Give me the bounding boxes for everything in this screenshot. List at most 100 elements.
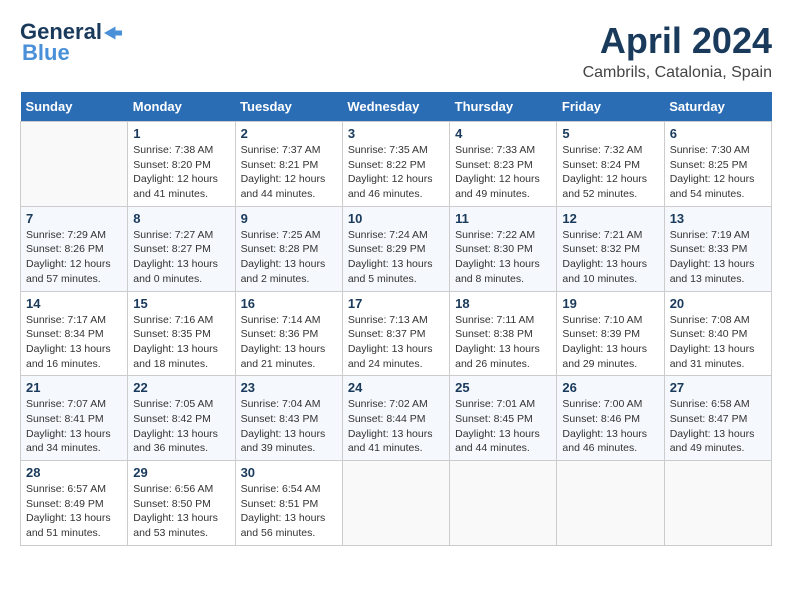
day-number: 5	[562, 126, 658, 141]
calendar-cell: 5 Sunrise: 7:32 AMSunset: 8:24 PMDaylight…	[557, 122, 664, 207]
day-number: 22	[133, 380, 229, 395]
day-info: Sunrise: 7:24 AMSunset: 8:29 PMDaylight:…	[348, 228, 444, 287]
day-info: Sunrise: 7:01 AMSunset: 8:45 PMDaylight:…	[455, 397, 551, 456]
day-of-week-header: Wednesday	[342, 92, 449, 122]
calendar-cell: 12 Sunrise: 7:21 AMSunset: 8:32 PMDayligh…	[557, 206, 664, 291]
day-info: Sunrise: 7:10 AMSunset: 8:39 PMDaylight:…	[562, 313, 658, 372]
calendar-cell: 15 Sunrise: 7:16 AMSunset: 8:35 PMDayligh…	[128, 291, 235, 376]
day-info: Sunrise: 6:54 AMSunset: 8:51 PMDaylight:…	[241, 482, 337, 541]
calendar-cell: 2 Sunrise: 7:37 AMSunset: 8:21 PMDaylight…	[235, 122, 342, 207]
day-info: Sunrise: 7:08 AMSunset: 8:40 PMDaylight:…	[670, 313, 766, 372]
calendar-cell: 11 Sunrise: 7:22 AMSunset: 8:30 PMDayligh…	[450, 206, 557, 291]
day-of-week-header: Tuesday	[235, 92, 342, 122]
day-info: Sunrise: 7:29 AMSunset: 8:26 PMDaylight:…	[26, 228, 122, 287]
calendar-cell: 18 Sunrise: 7:11 AMSunset: 8:38 PMDayligh…	[450, 291, 557, 376]
logo: General Blue	[20, 20, 122, 66]
calendar-cell: 22 Sunrise: 7:05 AMSunset: 8:42 PMDayligh…	[128, 376, 235, 461]
calendar-cell: 29 Sunrise: 6:56 AMSunset: 8:50 PMDayligh…	[128, 461, 235, 546]
day-info: Sunrise: 7:19 AMSunset: 8:33 PMDaylight:…	[670, 228, 766, 287]
day-number: 30	[241, 465, 337, 480]
day-info: Sunrise: 7:02 AMSunset: 8:44 PMDaylight:…	[348, 397, 444, 456]
calendar-cell: 10 Sunrise: 7:24 AMSunset: 8:29 PMDayligh…	[342, 206, 449, 291]
calendar-header-row: SundayMondayTuesdayWednesdayThursdayFrid…	[21, 92, 772, 122]
calendar-week-row: 28 Sunrise: 6:57 AMSunset: 8:49 PMDayligh…	[21, 461, 772, 546]
calendar-table: SundayMondayTuesdayWednesdayThursdayFrid…	[20, 92, 772, 546]
logo-blue: Blue	[22, 40, 70, 66]
day-of-week-header: Saturday	[664, 92, 771, 122]
day-number: 27	[670, 380, 766, 395]
day-info: Sunrise: 7:16 AMSunset: 8:35 PMDaylight:…	[133, 313, 229, 372]
calendar-cell: 13 Sunrise: 7:19 AMSunset: 8:33 PMDayligh…	[664, 206, 771, 291]
calendar-week-row: 14Sunrise: 7:17 AMSunset: 8:34 PMDayligh…	[21, 291, 772, 376]
calendar-cell	[450, 461, 557, 546]
calendar-week-row: 7 Sunrise: 7:29 AMSunset: 8:26 PMDaylight…	[21, 206, 772, 291]
day-number: 17	[348, 296, 444, 311]
day-info: Sunrise: 7:11 AMSunset: 8:38 PMDaylight:…	[455, 313, 551, 372]
calendar-cell: 3Sunrise: 7:35 AMSunset: 8:22 PMDaylight…	[342, 122, 449, 207]
day-number: 26	[562, 380, 658, 395]
day-info: Sunrise: 7:30 AMSunset: 8:25 PMDaylight:…	[670, 143, 766, 202]
calendar-cell: 14Sunrise: 7:17 AMSunset: 8:34 PMDayligh…	[21, 291, 128, 376]
day-info: Sunrise: 7:38 AMSunset: 8:20 PMDaylight:…	[133, 143, 229, 202]
calendar-cell: 4 Sunrise: 7:33 AMSunset: 8:23 PMDaylight…	[450, 122, 557, 207]
day-info: Sunrise: 7:14 AMSunset: 8:36 PMDaylight:…	[241, 313, 337, 372]
day-number: 14	[26, 296, 122, 311]
calendar-cell: 26Sunrise: 7:00 AMSunset: 8:46 PMDayligh…	[557, 376, 664, 461]
day-of-week-header: Monday	[128, 92, 235, 122]
day-number: 18	[455, 296, 551, 311]
day-info: Sunrise: 7:05 AMSunset: 8:42 PMDaylight:…	[133, 397, 229, 456]
day-number: 25	[455, 380, 551, 395]
calendar-cell: 19Sunrise: 7:10 AMSunset: 8:39 PMDayligh…	[557, 291, 664, 376]
calendar-cell: 8Sunrise: 7:27 AMSunset: 8:27 PMDaylight…	[128, 206, 235, 291]
calendar-body: 1Sunrise: 7:38 AMSunset: 8:20 PMDaylight…	[21, 122, 772, 546]
day-info: Sunrise: 7:22 AMSunset: 8:30 PMDaylight:…	[455, 228, 551, 287]
subtitle: Cambrils, Catalonia, Spain	[583, 64, 772, 82]
day-number: 21	[26, 380, 122, 395]
calendar-cell: 28 Sunrise: 6:57 AMSunset: 8:49 PMDayligh…	[21, 461, 128, 546]
day-info: Sunrise: 7:07 AMSunset: 8:41 PMDaylight:…	[26, 397, 122, 456]
day-number: 7	[26, 211, 122, 226]
calendar-cell	[342, 461, 449, 546]
calendar-cell: 17Sunrise: 7:13 AMSunset: 8:37 PMDayligh…	[342, 291, 449, 376]
day-info: Sunrise: 7:35 AMSunset: 8:22 PMDaylight:…	[348, 143, 444, 202]
calendar-cell: 6 Sunrise: 7:30 AMSunset: 8:25 PMDaylight…	[664, 122, 771, 207]
calendar-cell: 27Sunrise: 6:58 AMSunset: 8:47 PMDayligh…	[664, 376, 771, 461]
day-info: Sunrise: 6:56 AMSunset: 8:50 PMDaylight:…	[133, 482, 229, 541]
day-number: 6	[670, 126, 766, 141]
calendar-cell: 16 Sunrise: 7:14 AMSunset: 8:36 PMDayligh…	[235, 291, 342, 376]
title-area: April 2024 Cambrils, Catalonia, Spain	[583, 20, 772, 82]
day-of-week-header: Sunday	[21, 92, 128, 122]
day-number: 10	[348, 211, 444, 226]
calendar-cell	[664, 461, 771, 546]
day-number: 24	[348, 380, 444, 395]
day-number: 23	[241, 380, 337, 395]
day-number: 12	[562, 211, 658, 226]
calendar-cell	[21, 122, 128, 207]
calendar-cell: 24 Sunrise: 7:02 AMSunset: 8:44 PMDayligh…	[342, 376, 449, 461]
calendar-cell: 23Sunrise: 7:04 AMSunset: 8:43 PMDayligh…	[235, 376, 342, 461]
calendar-week-row: 21 Sunrise: 7:07 AMSunset: 8:41 PMDayligh…	[21, 376, 772, 461]
main-title: April 2024	[583, 20, 772, 62]
day-number: 13	[670, 211, 766, 226]
calendar-cell	[557, 461, 664, 546]
day-number: 4	[455, 126, 551, 141]
day-number: 11	[455, 211, 551, 226]
day-number: 28	[26, 465, 122, 480]
calendar-cell: 21 Sunrise: 7:07 AMSunset: 8:41 PMDayligh…	[21, 376, 128, 461]
day-info: Sunrise: 7:32 AMSunset: 8:24 PMDaylight:…	[562, 143, 658, 202]
calendar-cell: 30 Sunrise: 6:54 AMSunset: 8:51 PMDayligh…	[235, 461, 342, 546]
day-number: 2	[241, 126, 337, 141]
day-number: 16	[241, 296, 337, 311]
day-number: 9	[241, 211, 337, 226]
day-info: Sunrise: 7:21 AMSunset: 8:32 PMDaylight:…	[562, 228, 658, 287]
day-of-week-header: Thursday	[450, 92, 557, 122]
day-number: 29	[133, 465, 229, 480]
calendar-cell: 20Sunrise: 7:08 AMSunset: 8:40 PMDayligh…	[664, 291, 771, 376]
day-info: Sunrise: 7:33 AMSunset: 8:23 PMDaylight:…	[455, 143, 551, 202]
day-info: Sunrise: 7:27 AMSunset: 8:27 PMDaylight:…	[133, 228, 229, 287]
day-info: Sunrise: 6:57 AMSunset: 8:49 PMDaylight:…	[26, 482, 122, 541]
day-info: Sunrise: 7:37 AMSunset: 8:21 PMDaylight:…	[241, 143, 337, 202]
day-number: 15	[133, 296, 229, 311]
calendar-cell: 9 Sunrise: 7:25 AMSunset: 8:28 PMDaylight…	[235, 206, 342, 291]
day-info: Sunrise: 7:25 AMSunset: 8:28 PMDaylight:…	[241, 228, 337, 287]
